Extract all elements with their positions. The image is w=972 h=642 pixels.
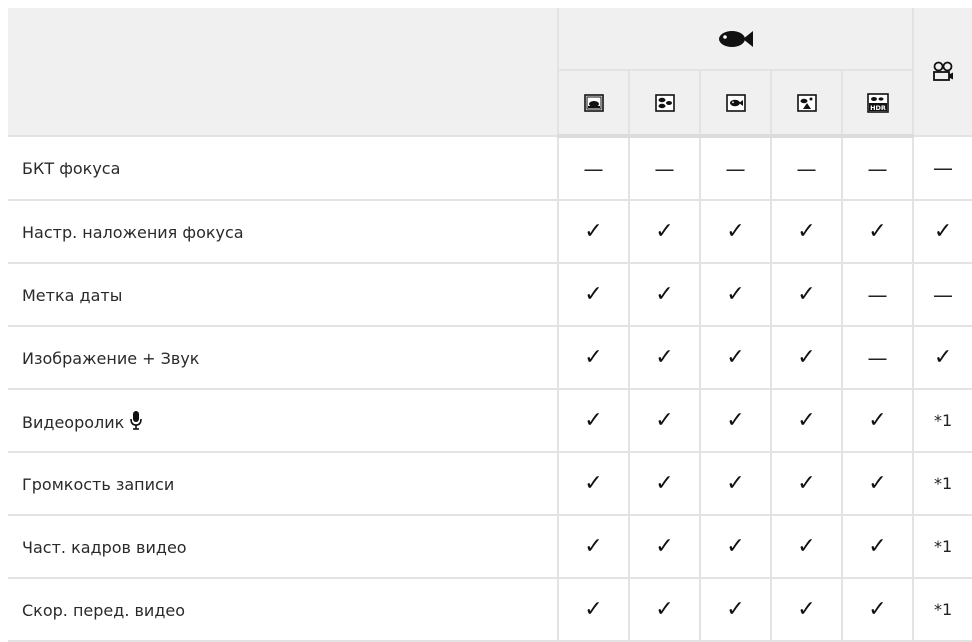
table-row: Видеоролик ✓ ✓ ✓ ✓ ✓ *1	[8, 388, 972, 453]
cell-macro: ✓	[628, 388, 701, 453]
cell-wide: ✓	[557, 199, 630, 264]
table-row: БКТ фокуса — — — — — —	[8, 135, 972, 201]
table-row: Метка даты ✓ ✓ ✓ ✓ — —	[8, 262, 972, 327]
cell-macro: ✓	[628, 451, 701, 516]
cell-wide: ✓	[557, 577, 630, 642]
table-row: Настр. наложения фокуса ✓ ✓ ✓ ✓ ✓ ✓	[8, 199, 972, 264]
movie-camera-icon	[933, 61, 954, 81]
cell-microscope: ✓	[770, 451, 843, 516]
cell-wide: ✓	[557, 451, 630, 516]
cell-hdr: —	[840, 262, 915, 327]
microphone-icon	[130, 410, 143, 430]
cell-movie: *1	[912, 388, 972, 453]
cell-hdr: ✓	[840, 451, 915, 516]
cell-microscope: ✓	[770, 199, 843, 264]
cell-hdr: —	[840, 135, 915, 201]
row-label: Настр. наложения фокуса	[8, 199, 559, 264]
cell-movie: —	[912, 135, 972, 201]
cell-movie: ✓	[912, 199, 972, 264]
table-row: Громкость записи ✓ ✓ ✓ ✓ ✓ *1	[8, 451, 972, 516]
fish-icon	[718, 31, 753, 48]
cell-snapshot: —	[699, 135, 772, 201]
cell-wide: —	[557, 135, 630, 201]
cell-snapshot: ✓	[699, 388, 772, 453]
row-label: БКТ фокуса	[8, 135, 559, 201]
cell-movie: *1	[912, 451, 972, 516]
row-label-text: Скор. перед. видео	[22, 600, 186, 620]
cell-macro: ✓	[628, 325, 701, 390]
cell-hdr: —	[840, 325, 915, 390]
cell-movie: ✓	[912, 325, 972, 390]
row-label: Част. кадров видео	[8, 514, 559, 579]
header-mode-wide	[558, 69, 630, 138]
hdr-text: HDR	[870, 104, 886, 112]
underwater-microscope-icon	[796, 94, 817, 113]
cell-snapshot: ✓	[699, 262, 772, 327]
cell-wide: ✓	[557, 388, 630, 453]
cell-hdr: ✓	[840, 388, 915, 453]
cell-microscope: —	[770, 135, 843, 201]
cell-macro: —	[628, 135, 701, 201]
cell-macro: ✓	[628, 199, 701, 264]
row-label-text: Част. кадров видео	[22, 537, 187, 557]
row-label: Изображение + Звук	[8, 325, 559, 390]
cell-snapshot: ✓	[699, 451, 772, 516]
cell-hdr: ✓	[840, 514, 915, 579]
cell-wide: ✓	[557, 262, 630, 327]
cell-microscope: ✓	[770, 325, 843, 390]
table-row: Скор. перед. видео ✓ ✓ ✓ ✓ ✓ *1	[8, 577, 972, 642]
row-label: Громкость записи	[8, 451, 559, 516]
underwater-snapshot-icon	[725, 94, 746, 113]
cell-macro: ✓	[628, 514, 701, 579]
header-underwater-group	[556, 8, 915, 71]
cell-macro: ✓	[628, 262, 701, 327]
underwater-hdr-icon: HDR	[866, 92, 889, 113]
cell-movie: —	[912, 262, 972, 327]
header-mode-snapshot	[699, 69, 772, 138]
row-label: Скор. перед. видео	[8, 577, 559, 642]
cell-movie: *1	[912, 577, 972, 642]
row-label-text: Изображение + Звук	[22, 348, 200, 368]
row-label: Метка даты	[8, 262, 559, 327]
cell-hdr: ✓	[840, 199, 915, 264]
table-row: Част. кадров видео ✓ ✓ ✓ ✓ ✓ *1	[8, 514, 972, 579]
table-row: Изображение + Звук ✓ ✓ ✓ ✓ — ✓	[8, 325, 972, 390]
cell-snapshot: ✓	[699, 514, 772, 579]
header-mode-hdr: HDR	[840, 69, 914, 138]
cell-snapshot: ✓	[699, 577, 772, 642]
row-label-text: Метка даты	[22, 285, 123, 305]
header-mode-microscope	[770, 69, 843, 138]
cell-hdr: ✓	[840, 577, 915, 642]
table-body: БКТ фокуса — — — — — — Настр. наложения фокуса ✓…	[8, 135, 972, 642]
row-label-text: Видеоролик	[22, 412, 125, 432]
cell-microscope: ✓	[770, 262, 843, 327]
settings-compatibility-table: HDR БКТ фокуса — — — — — — Настр. наложения фок…	[8, 8, 972, 642]
settings-table-container: HDR БКТ фокуса — — — — — — Настр. наложения фок…	[8, 8, 972, 642]
cell-microscope: ✓	[770, 388, 843, 453]
row-label-text: БКТ фокуса	[22, 159, 121, 178]
header-mode-macro	[628, 69, 701, 138]
cell-microscope: ✓	[770, 514, 843, 579]
row-label-text: Настр. наложения фокуса	[22, 222, 244, 242]
header-empty-cell	[8, 8, 559, 137]
underwater-wide-icon	[583, 94, 604, 113]
cell-snapshot: ✓	[699, 325, 772, 390]
row-label-text: Громкость записи	[22, 474, 175, 494]
cell-macro: ✓	[628, 577, 701, 642]
cell-wide: ✓	[557, 514, 630, 579]
underwater-macro-icon	[654, 94, 675, 113]
cell-wide: ✓	[557, 325, 630, 390]
cell-movie: *1	[912, 514, 972, 579]
cell-snapshot: ✓	[699, 199, 772, 264]
cell-microscope: ✓	[770, 577, 843, 642]
row-label: Видеоролик	[8, 388, 559, 453]
header-movie-column	[912, 8, 972, 137]
